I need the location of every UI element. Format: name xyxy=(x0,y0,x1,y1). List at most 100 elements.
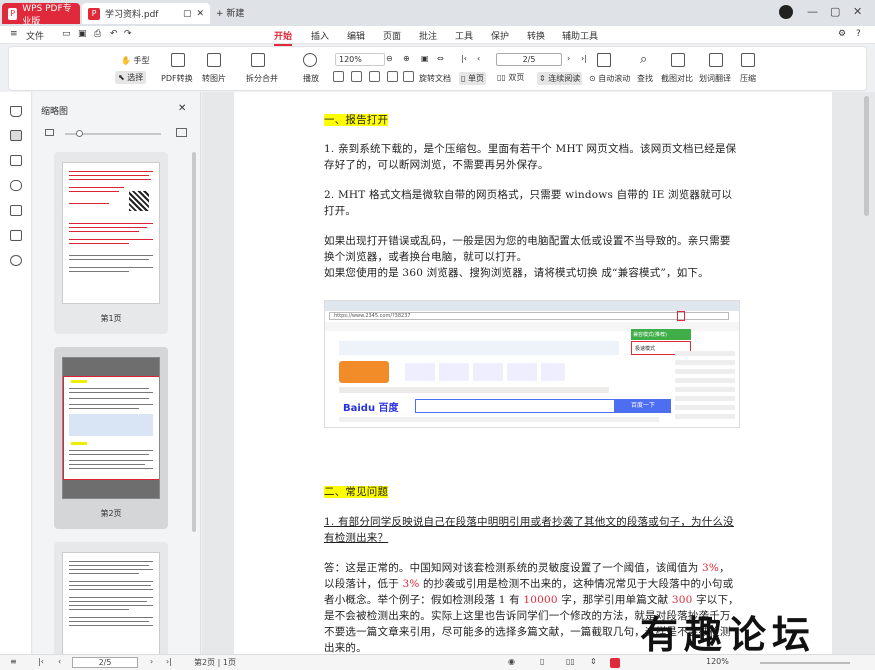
menu-convert[interactable]: 转换 xyxy=(527,29,545,42)
thumbnail-page-3[interactable] xyxy=(54,542,168,662)
status-prev-page-icon[interactable]: ‹ xyxy=(58,657,61,666)
rotate-left-icon[interactable] xyxy=(387,71,398,82)
bookmark-icon[interactable] xyxy=(10,106,22,117)
slider-handle[interactable] xyxy=(76,130,83,137)
status-zoom-slider[interactable] xyxy=(760,662,850,664)
thumbnail-scrollbar[interactable] xyxy=(192,152,196,532)
screenshot-baidu-logo: Baidu 百度 xyxy=(343,403,399,414)
menu-accessibility[interactable]: 辅助工具 xyxy=(562,29,598,42)
side-nav-strip xyxy=(0,92,32,654)
large-image-icon xyxy=(176,128,187,137)
thumbnail-label-1: 第1页 xyxy=(100,314,122,323)
screenshot-menu-compat: 兼容模式(推荐) xyxy=(631,329,691,340)
select-tool-button[interactable]: ⬉ 选择 xyxy=(115,71,147,84)
page-number-input[interactable]: 2/5 xyxy=(496,53,562,66)
maximize-icon[interactable]: ▢ xyxy=(830,5,840,18)
split-merge-button[interactable]: 拆分合并 xyxy=(246,73,278,84)
first-page-icon[interactable]: |‹ xyxy=(461,54,467,63)
tab-bar: P WPS PDF专业版 P 学习资料.pdf ▢ ✕ + 新建 — ▢ ✕ xyxy=(0,0,875,27)
save-icon[interactable]: ▣ xyxy=(78,29,87,39)
compress-button[interactable]: 压缩 xyxy=(740,73,756,84)
menu-edit[interactable]: 编辑 xyxy=(347,29,365,42)
signature-icon[interactable] xyxy=(10,205,22,216)
thumbnail-icon[interactable] xyxy=(10,130,22,141)
status-double-icon[interactable]: ▯▯ xyxy=(566,657,575,666)
menu-annotate[interactable]: 批注 xyxy=(419,29,437,42)
fit-icon[interactable] xyxy=(333,71,344,82)
paragraph-3: 如果出现打开错误或乱码，一般是因为您的电脑配置太低或设置不当导致的。亲只需要换个… xyxy=(324,235,731,263)
avatar[interactable] xyxy=(779,5,793,19)
status-menu-icon[interactable]: ≡ xyxy=(10,657,17,666)
pdf-convert-icon xyxy=(171,53,185,67)
find-button[interactable]: 查找 xyxy=(637,73,653,84)
tab-document[interactable]: P 学习资料.pdf ▢ ✕ xyxy=(82,3,210,24)
menu-tools[interactable]: 工具 xyxy=(455,29,473,42)
new-tab-button[interactable]: + 新建 xyxy=(216,6,244,19)
window-icon[interactable]: ▢ xyxy=(183,9,192,19)
fit-page-icon[interactable]: ▣ xyxy=(421,54,429,63)
screenshot-icon xyxy=(671,53,685,67)
status-bar: ≡ |‹ ‹ 2/5 › ›| 第2页 | 1页 ◉ ▯ ▯▯ ⇕ 120% xyxy=(0,654,875,670)
frame-icon[interactable] xyxy=(369,71,380,82)
screenshot-search-button: 百度一下 xyxy=(615,399,671,413)
status-page-input[interactable]: 2/5 xyxy=(72,657,138,668)
screenshot-compare-button[interactable]: 截图对比 xyxy=(661,73,693,84)
next-page-icon[interactable]: › xyxy=(567,54,570,63)
menu-page[interactable]: 页面 xyxy=(383,29,401,42)
read-mode-icon[interactable] xyxy=(597,53,611,67)
hand-tool-button[interactable]: ✋ 手型 xyxy=(121,55,150,66)
menu-start[interactable]: 开始 xyxy=(274,29,293,46)
menu-file[interactable]: 文件 xyxy=(26,29,44,42)
last-page-icon[interactable]: ›| xyxy=(581,54,587,63)
crop-icon[interactable] xyxy=(351,71,362,82)
hamburger-icon[interactable]: ≡ xyxy=(10,29,18,39)
comment-icon[interactable] xyxy=(10,155,22,166)
pdf-convert-button[interactable]: PDF转换 xyxy=(161,73,193,84)
redo-icon[interactable]: ↷ xyxy=(124,29,132,39)
document-view: 一、报告打开 1. 亲到系统下载的，是个压缩包。里面有若干个 MHT 网页文档。… xyxy=(202,92,875,654)
tab-app-label: WPS PDF专业版 xyxy=(22,3,72,27)
menu-protect[interactable]: 保护 xyxy=(491,29,509,42)
settings-icon[interactable]: ⚙ xyxy=(838,29,846,39)
convert-image-button[interactable]: 转图片 xyxy=(202,73,226,84)
close-panel-icon[interactable]: ✕ xyxy=(178,103,186,114)
help-icon[interactable]: ? xyxy=(856,29,861,39)
auto-scroll-button[interactable]: ⊙ 自动滚动 xyxy=(589,73,630,84)
open-icon[interactable]: ▭ xyxy=(62,29,71,39)
zoom-in-icon[interactable]: ⊕ xyxy=(403,54,410,63)
fit-width-icon[interactable]: ⇔ xyxy=(437,54,444,63)
tab-app-home[interactable]: P WPS PDF专业版 xyxy=(2,3,80,27)
undo-icon[interactable]: ↶ xyxy=(110,29,118,39)
status-single-icon[interactable]: ▯ xyxy=(540,657,544,666)
thumbnail-page-1[interactable]: 第1页 xyxy=(54,152,168,334)
prev-page-icon[interactable]: ‹ xyxy=(477,54,480,63)
attachment-icon[interactable] xyxy=(10,180,22,191)
status-first-page-icon[interactable]: |‹ xyxy=(38,657,44,666)
status-eye-icon[interactable]: ◉ xyxy=(508,657,515,666)
translate-button[interactable]: 划词翻译 xyxy=(699,73,731,84)
status-zoom-value[interactable]: 120% xyxy=(706,657,729,666)
status-continuous-icon[interactable]: ⇕ xyxy=(590,657,597,666)
question-1: 1. 有部分同学反映说自己在段落中明明引用或者抄袭了其他文的段落或句子，为什么没… xyxy=(324,516,734,544)
status-play-icon[interactable] xyxy=(610,658,620,668)
rotate-right-icon[interactable] xyxy=(403,71,414,82)
single-page-button[interactable]: ▯ 单页 xyxy=(459,72,486,85)
play-button[interactable]: 播放 xyxy=(303,73,319,84)
thumbnail-page-2[interactable]: 第2页 xyxy=(54,347,168,529)
document-scrollbar[interactable] xyxy=(864,96,869,216)
menu-insert[interactable]: 插入 xyxy=(311,29,329,42)
status-last-page-icon[interactable]: ›| xyxy=(166,657,172,666)
tab-doc-label: 学习资料.pdf xyxy=(105,10,159,20)
close-tab-icon[interactable]: ✕ xyxy=(196,9,204,19)
double-page-button[interactable]: ▯▯ 双页 xyxy=(497,72,524,83)
close-window-icon[interactable]: ✕ xyxy=(853,5,862,18)
continuous-read-button[interactable]: ⇕ 连续阅读 xyxy=(537,72,583,85)
zoom-out-icon[interactable]: ⊖ xyxy=(386,54,393,63)
zoom-select[interactable]: 120% xyxy=(335,53,385,66)
form-icon[interactable] xyxy=(10,230,22,241)
minimize-icon[interactable]: — xyxy=(807,5,818,18)
print-icon[interactable]: ⎙ xyxy=(94,29,101,39)
layers-icon[interactable] xyxy=(10,255,22,266)
status-next-page-icon[interactable]: › xyxy=(150,657,153,666)
rotate-document-button[interactable]: 旋转文档 xyxy=(419,73,451,84)
